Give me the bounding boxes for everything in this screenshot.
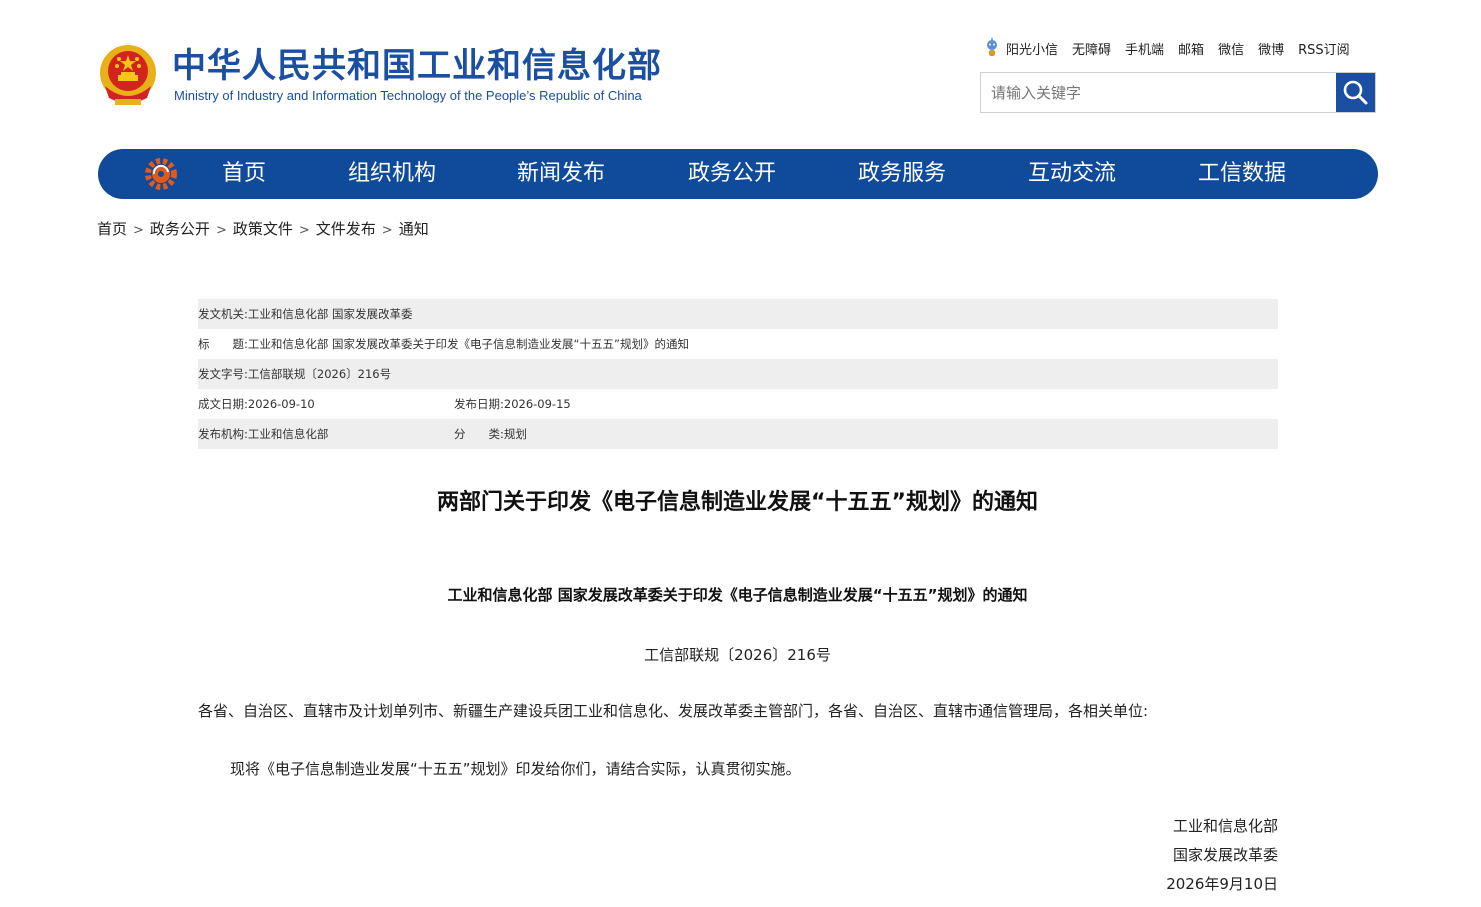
nav-organization[interactable]: 组织机构 xyxy=(348,149,436,199)
meta-label: 发文字号: xyxy=(198,367,248,381)
nav-data[interactable]: 工信数据 xyxy=(1198,149,1286,199)
toplink-mobile[interactable]: 手机端 xyxy=(1125,39,1164,58)
nav-government-affairs[interactable]: 政务公开 xyxy=(688,149,776,199)
document-addressee: 各省、自治区、直辖市及计划单列市、新疆生产建设兵团工业和信息化、发展改革委主管部… xyxy=(198,702,1149,720)
site-subtitle: Ministry of Industry and Information Tec… xyxy=(174,88,642,103)
meta-title: 工业和信息化部 国家发展改革委关于印发《电子信息制造业发展“十五五”规划》的通知 xyxy=(247,337,689,351)
breadcrumb-home[interactable]: 首页 xyxy=(97,220,127,238)
search-icon xyxy=(1343,80,1368,105)
main-nav: 首页 组织机构 新闻发布 政务公开 政务服务 互动交流 工信数据 xyxy=(98,149,1378,199)
search-input[interactable] xyxy=(981,73,1336,112)
breadcrumb-separator: > xyxy=(298,223,310,238)
breadcrumb-separator: > xyxy=(133,223,144,238)
meta-created: 2026-09-10 xyxy=(247,397,315,411)
top-links: 阳光小信 无障碍 手机端 邮箱 微信 微博 RSS订阅 xyxy=(984,38,1350,58)
meta-row-dates: 成文日期:2026-09-10 发布日期:2026-09-15 xyxy=(198,389,1278,419)
search-box xyxy=(980,72,1376,113)
toplink-wechat[interactable]: 微信 xyxy=(1218,39,1244,58)
toplink-mail[interactable]: 邮箱 xyxy=(1178,39,1204,58)
breadcrumb-separator: > xyxy=(215,223,227,238)
breadcrumb-policy-documents[interactable]: 政策文件 xyxy=(233,220,293,238)
search-button[interactable] xyxy=(1336,73,1375,112)
toplink-weibo[interactable]: 微博 xyxy=(1258,39,1284,58)
breadcrumb-separator: > xyxy=(381,223,393,238)
meta-row-issuer: 发文机关:工业和信息化部 国家发展改革委 xyxy=(198,299,1278,329)
meta-row-agency: 发布机构:工业和信息化部 分 类:规划 xyxy=(198,419,1278,449)
breadcrumb-notice[interactable]: 通知 xyxy=(399,220,429,238)
toplink-accessibility[interactable]: 无障碍 xyxy=(1072,39,1111,58)
meta-category: 规划 xyxy=(503,427,527,441)
meta-label: 分 类: xyxy=(454,427,504,441)
meta-docno: 工信部联规〔2026〕216号 xyxy=(247,367,392,381)
meta-agency: 工业和信息化部 xyxy=(247,427,329,441)
document-heading: 工业和信息化部 国家发展改革委关于印发《电子信息制造业发展“十五五”规划》的通知 xyxy=(447,586,1028,604)
meta-label: 发文机关: xyxy=(198,307,248,321)
signatory-ndrc: 国家发展改革委 xyxy=(1172,846,1278,864)
robot-assistant-icon[interactable] xyxy=(984,38,1000,58)
document-date: 2026年9月10日 xyxy=(1166,875,1278,893)
site-title: 中华人民共和国工业和信息化部 xyxy=(172,46,662,86)
nav-services[interactable]: 政务服务 xyxy=(858,149,946,199)
document-meta-table: 发文机关:工业和信息化部 国家发展改革委 标 题:工业和信息化部 国家发展改革委… xyxy=(198,299,1278,449)
nav-interaction[interactable]: 互动交流 xyxy=(1028,149,1116,199)
meta-row-docno: 发文字号:工信部联规〔2026〕216号 xyxy=(198,359,1278,389)
breadcrumb-government-affairs[interactable]: 政务公开 xyxy=(150,220,210,238)
meta-label: 标 题: xyxy=(198,337,248,351)
breadcrumb-file-release[interactable]: 文件发布 xyxy=(316,220,376,238)
document-body: 现将《电子信息制造业发展“十五五”规划》印发给你们，请结合实际，认真贯彻实施。 xyxy=(230,760,801,778)
toplink-sunshine[interactable]: 阳光小信 xyxy=(1006,39,1058,58)
national-emblem-icon xyxy=(100,45,156,105)
meta-issuer: 工业和信息化部 国家发展改革委 xyxy=(247,307,413,321)
meta-label: 发布机构: xyxy=(198,427,248,441)
meta-label: 发布日期: xyxy=(454,397,504,411)
document-number: 工信部联规〔2026〕216号 xyxy=(644,646,831,664)
meta-label: 成文日期: xyxy=(198,397,248,411)
meta-published: 2026-09-15 xyxy=(503,397,571,411)
signatory-miit: 工业和信息化部 xyxy=(1172,817,1278,835)
gear-logo-icon xyxy=(145,158,177,190)
toplink-rss[interactable]: RSS订阅 xyxy=(1298,39,1350,58)
nav-home[interactable]: 首页 xyxy=(222,149,266,199)
document-title: 两部门关于印发《电子信息制造业发展“十五五”规划》的通知 xyxy=(437,490,1038,515)
breadcrumb: 首页 > 政务公开 > 政策文件 > 文件发布 > 通知 xyxy=(97,219,429,241)
nav-news[interactable]: 新闻发布 xyxy=(517,149,605,199)
meta-row-title: 标 题:工业和信息化部 国家发展改革委关于印发《电子信息制造业发展“十五五”规划… xyxy=(198,329,1278,359)
